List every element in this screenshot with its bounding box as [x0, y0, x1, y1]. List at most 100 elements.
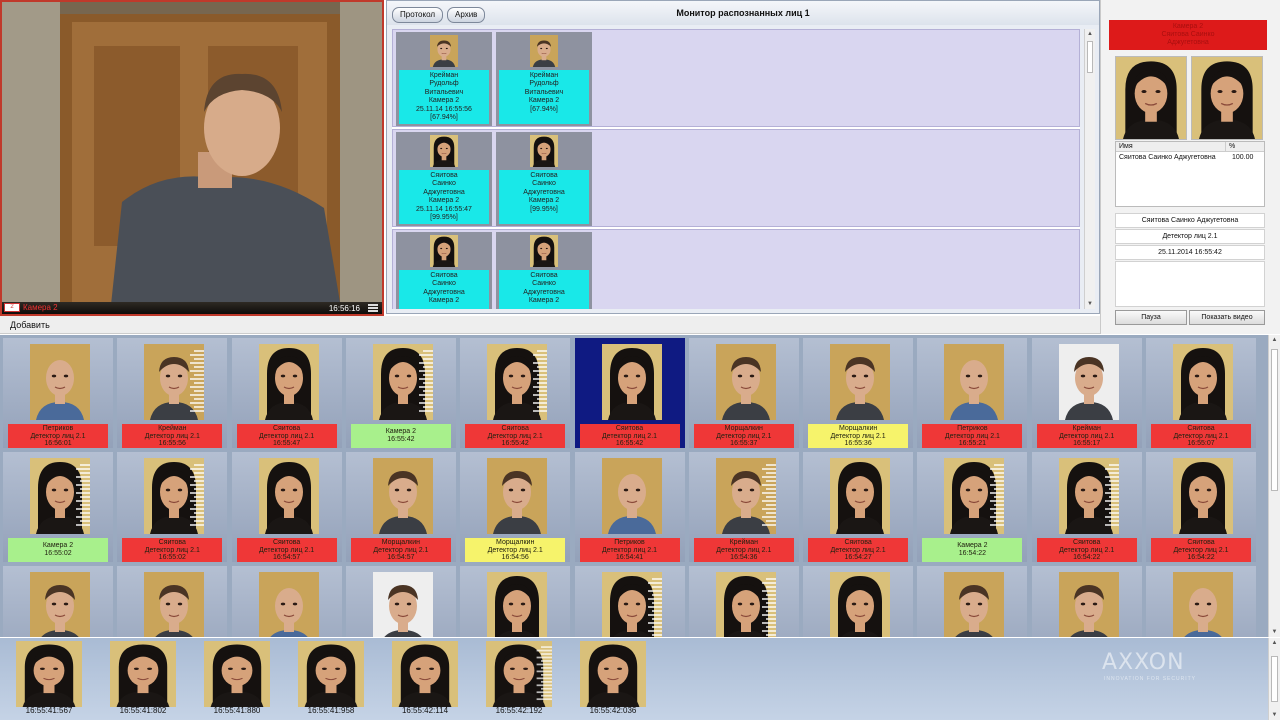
- gallery-face-item[interactable]: Петриков Детектор лиц 2.1 16:55:21: [917, 338, 1028, 448]
- capture-thumbnail[interactable]: [298, 641, 364, 707]
- gallery-face-item[interactable]: Сяитова Детектор лиц 2.1 16:54:57: [231, 452, 342, 562]
- recognition-text-line: [67.94%]: [430, 114, 458, 122]
- face-photo: [372, 344, 433, 420]
- gallery-face-item[interactable]: [574, 566, 685, 637]
- scroll-down-icon[interactable]: ▼: [1269, 627, 1280, 637]
- scroll-up-icon[interactable]: ▲: [1085, 29, 1095, 39]
- show-video-button[interactable]: Показать видео: [1189, 310, 1265, 325]
- face-photo: [372, 458, 433, 534]
- scroll-thumb[interactable]: [1271, 349, 1278, 491]
- pause-button[interactable]: Пауза: [1115, 310, 1187, 325]
- event-label: Камера 2 16:54:22: [922, 538, 1023, 562]
- gallery-face-item[interactable]: Морщалкин Детектор лиц 2.1 16:55:37: [688, 338, 799, 448]
- event-label-line: Крейман: [729, 539, 758, 546]
- face-photo: [715, 458, 776, 534]
- match-percent[interactable]: 100.00: [1232, 154, 1253, 161]
- gallery-face-item[interactable]: [345, 566, 456, 637]
- capture-thumbnail[interactable]: [580, 641, 646, 707]
- gallery-face-item[interactable]: [3, 566, 113, 637]
- face-photo: [530, 235, 558, 267]
- gallery-scrollbar[interactable]: ▲ ▼: [1268, 335, 1280, 637]
- capture-thumbnail[interactable]: [392, 641, 458, 707]
- gallery-face-item[interactable]: Петриков Детектор лиц 2.1 16:56:01: [3, 338, 113, 448]
- add-button[interactable]: Добавить: [10, 320, 50, 330]
- datetime-field: 25.11.2014 16:55:42: [1115, 245, 1265, 260]
- event-label-line: 16:55:42: [615, 440, 644, 448]
- recognition-row[interactable]: Сяитова Саинко Аджугетовна Камера 2 25.11.14…: [392, 129, 1080, 227]
- captured-face-photo[interactable]: [1115, 56, 1187, 140]
- gallery-face-item[interactable]: [803, 566, 914, 637]
- face-photo: [1058, 572, 1119, 637]
- gallery-face-item[interactable]: [117, 566, 228, 637]
- scroll-up-icon[interactable]: ▲: [1269, 335, 1280, 345]
- recognition-row[interactable]: Крейман Рудольф Витальевич Камера 2 25.11.14…: [392, 29, 1080, 127]
- event-label-line: Сяитова: [1187, 425, 1215, 432]
- capture-thumbnail[interactable]: [204, 641, 270, 707]
- event-label: Сяитова Детектор лиц 2.1 16:54:22: [1036, 538, 1137, 562]
- gallery-face-item[interactable]: [460, 566, 571, 637]
- event-label: Сяитова Детектор лиц 2.1 16:54:57: [236, 538, 337, 562]
- event-label-line: Морщалкин: [496, 539, 535, 546]
- gallery-face-item[interactable]: Камера 2 16:55:42: [345, 338, 456, 448]
- face-photo: [944, 458, 1005, 534]
- reference-face-card[interactable]: Сяитова Саинко Аджугетовна Камера 2 [99.95%]: [496, 132, 592, 226]
- gallery-face-item[interactable]: Сяитова Детектор лиц 2.1 16:55:42: [460, 338, 571, 448]
- gallery-face-item[interactable]: [917, 566, 1028, 637]
- axxon-logo-subtitle: INNOVATION FOR SECURITY: [1104, 676, 1196, 682]
- camera-label: 2 Камера 2: [4, 303, 58, 312]
- reference-face-photo[interactable]: [1191, 56, 1263, 140]
- scroll-thumb[interactable]: [1271, 656, 1278, 702]
- gallery-face-item[interactable]: Сяитова Детектор лиц 2.1 16:54:22: [1146, 452, 1256, 562]
- event-label-line: 16:55:42: [501, 440, 529, 448]
- gallery-face-item[interactable]: Сяитова Детектор лиц 2.1 16:55:47: [231, 338, 342, 448]
- capture-thumbnail[interactable]: [16, 641, 82, 707]
- comment-field[interactable]: [1115, 261, 1265, 307]
- face-photo: [601, 458, 662, 534]
- gallery-face-item[interactable]: Сяитова Детектор лиц 2.1 16:54:27: [803, 452, 914, 562]
- capture-strip: AXXON INNOVATION FOR SECURITY 16:55:41:5…: [0, 638, 1268, 720]
- capture-thumbnail[interactable]: [110, 641, 176, 707]
- face-photo: [601, 344, 662, 420]
- recognition-row[interactable]: Сяитова Саинко Аджугетовна Камера 2 Сяитова С…: [392, 229, 1080, 309]
- gallery-face-item[interactable]: [231, 566, 342, 637]
- gallery-face-item[interactable]: Петриков Детектор лиц 2.1 16:54:41: [574, 452, 685, 562]
- face-photo: [715, 572, 776, 637]
- gallery-face-item[interactable]: [1146, 566, 1256, 637]
- reference-face-card[interactable]: Сяитова Саинко Аджугетовна Камера 2: [496, 232, 592, 309]
- gallery-face-item[interactable]: [1031, 566, 1142, 637]
- monitor-scrollbar[interactable]: ▲ ▼: [1084, 29, 1095, 309]
- gallery-face-item[interactable]: Морщалкин Детектор лиц 2.1 16:54:56: [460, 452, 571, 562]
- recognition-text-line: Витальевич: [424, 88, 464, 96]
- gallery-face-item[interactable]: Морщалкин Детектор лиц 2.1 16:55:36: [803, 338, 914, 448]
- column-header-name[interactable]: Имя: [1116, 142, 1226, 152]
- match-name[interactable]: Сяитова Саинко Аджугетовна: [1119, 154, 1216, 161]
- camera-view[interactable]: 2 Камера 2 16:56:16: [0, 0, 384, 316]
- scroll-thumb[interactable]: [1087, 41, 1093, 73]
- gallery-face-item[interactable]: [688, 566, 799, 637]
- scroll-down-icon[interactable]: ▼: [1085, 299, 1095, 309]
- gallery-face-item[interactable]: Сяитова Детектор лиц 2.1 16:55:02: [117, 452, 228, 562]
- capture-thumbnail[interactable]: [486, 641, 552, 707]
- gallery-face-item[interactable]: Крейман Детектор лиц 2.1 16:54:36: [688, 452, 799, 562]
- captured-face-card[interactable]: Сяитова Саинко Аджугетовна Камера 2: [396, 232, 492, 309]
- strip-scrollbar[interactable]: ▲ ▼: [1268, 638, 1280, 720]
- gallery-face-item[interactable]: Сяитова Детектор лиц 2.1 16:55:07: [1146, 338, 1256, 448]
- event-label: Крейман Детектор лиц 2.1 16:54:36: [693, 538, 794, 562]
- menu-icon[interactable]: [368, 304, 378, 312]
- reference-face-card[interactable]: Крейман Рудольф Витальевич Камера 2 [67.94%]: [496, 32, 592, 126]
- face-photo: [1173, 344, 1233, 420]
- gallery-face-item[interactable]: Сяитова Детектор лиц 2.1 16:54:22: [1031, 452, 1142, 562]
- gallery-face-item[interactable]: Морщалкин Детектор лиц 2.1 16:54:57: [345, 452, 456, 562]
- column-header-percent[interactable]: %: [1226, 142, 1264, 152]
- scroll-up-icon[interactable]: ▲: [1269, 638, 1280, 648]
- gallery-face-item[interactable]: Камера 2 16:54:22: [917, 452, 1028, 562]
- captured-face-card[interactable]: Сяитова Саинко Аджугетовна Камера 2 25.11.14…: [396, 132, 492, 226]
- gallery-face-item[interactable]: Крейман Детектор лиц 2.1 16:55:17: [1031, 338, 1142, 448]
- event-label-line: Петриков: [42, 425, 74, 432]
- scroll-down-icon[interactable]: ▼: [1269, 710, 1280, 720]
- gallery-face-item[interactable]: Камера 2 16:55:02: [3, 452, 113, 562]
- captured-face-card[interactable]: Крейман Рудольф Витальевич Камера 2 25.11.14…: [396, 32, 492, 126]
- gallery-face-item[interactable]: Сяитова Детектор лиц 2.1 16:55:42: [574, 338, 685, 448]
- event-label-line: Сяитова: [1187, 539, 1215, 546]
- gallery-face-item[interactable]: Крейман Детектор лиц 2.1 16:55:56: [117, 338, 228, 448]
